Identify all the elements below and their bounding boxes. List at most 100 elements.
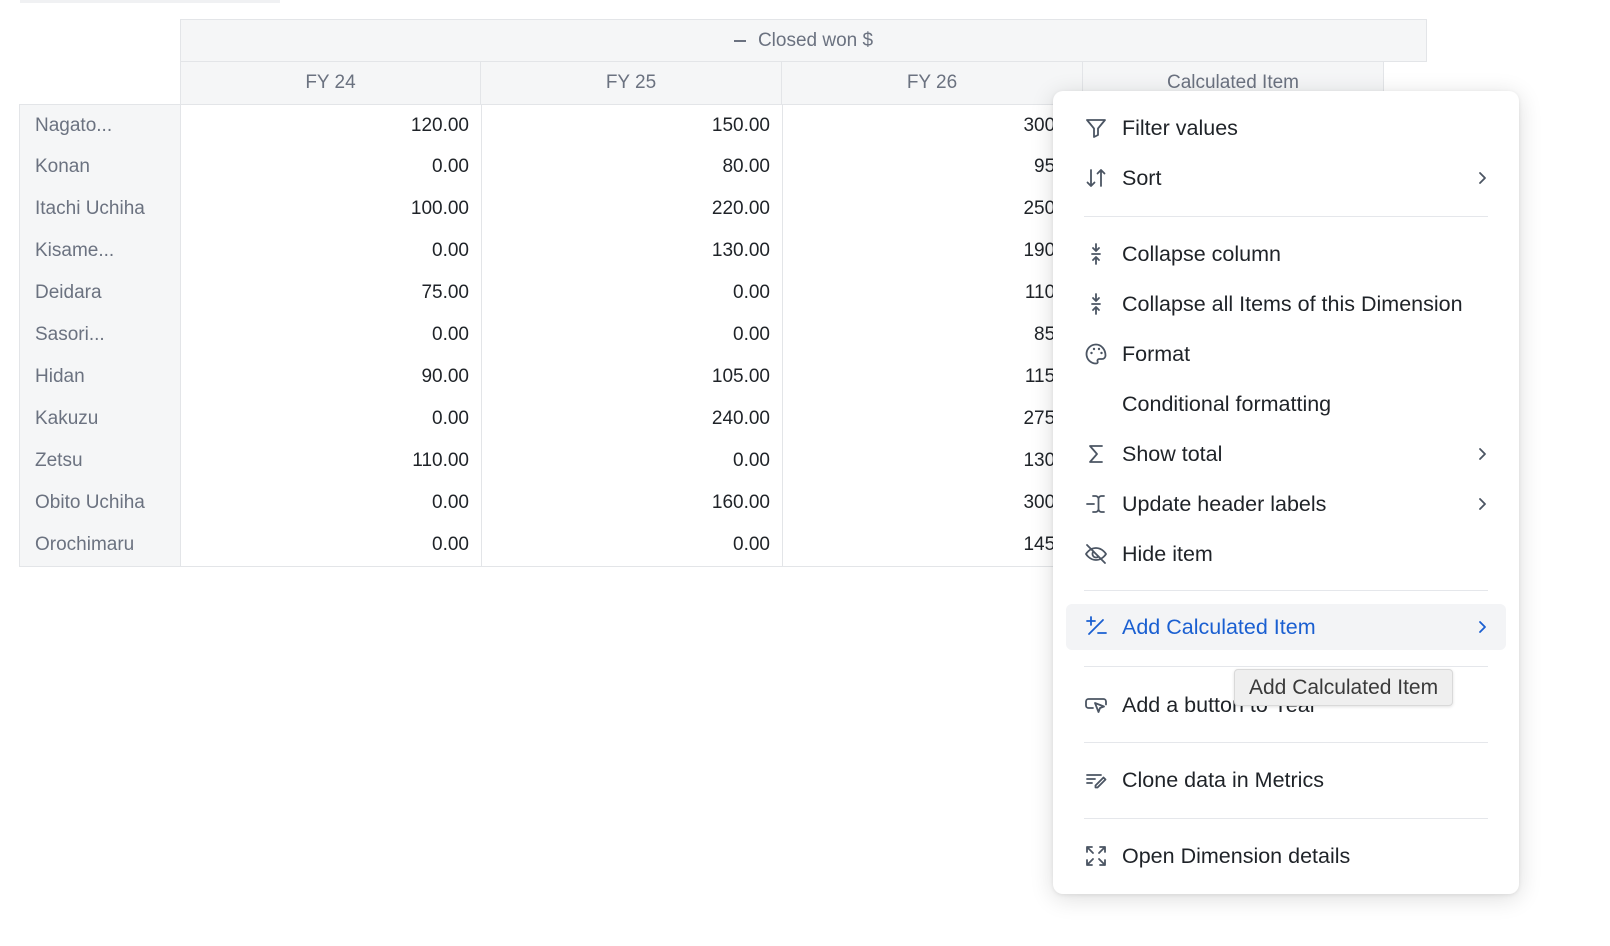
menu-divider — [1084, 742, 1488, 743]
menu-item-open-dimension-details[interactable]: Open Dimension details — [1066, 833, 1506, 879]
tooltip: Add Calculated Item — [1234, 669, 1454, 706]
row-label[interactable]: Zetsu — [19, 440, 181, 483]
row-label[interactable]: Deidara — [19, 272, 181, 315]
row-label[interactable]: Sasori... — [19, 314, 181, 357]
table-cell[interactable]: 115.0 — [783, 356, 1084, 399]
menu-item-filter-values[interactable]: Filter values — [1066, 105, 1506, 151]
column-header-fy24[interactable]: FY 24 — [180, 61, 481, 105]
table-cell[interactable]: 0.00 — [181, 230, 482, 273]
column-group-header[interactable]: Closed won $ — [180, 19, 1427, 62]
menu-item-label: Show total — [1122, 441, 1223, 466]
column-header-fy25[interactable]: FY 25 — [481, 61, 782, 105]
menu-item-label: Hide item — [1122, 541, 1213, 566]
table-cell[interactable]: 150.00 — [482, 104, 783, 147]
collapse-icon — [1083, 241, 1109, 267]
row-label[interactable]: Obito Uchiha — [19, 482, 181, 525]
table-cell[interactable]: 0.00 — [181, 398, 482, 441]
menu-item-label: Conditional formatting — [1122, 391, 1332, 416]
table-cell[interactable]: 190.0 — [783, 230, 1084, 273]
menu-item-add-calculated-item[interactable]: Add Calculated Item — [1066, 604, 1506, 650]
column-context-menu: Filter values Sort Collapse column Colla… — [1053, 91, 1519, 894]
table-cell[interactable]: 0.00 — [181, 146, 482, 189]
table-cell[interactable]: 130.00 — [482, 230, 783, 273]
menu-divider — [1084, 216, 1488, 217]
table-cell[interactable]: 240.00 — [482, 398, 783, 441]
button-pointer-icon — [1083, 692, 1109, 718]
menu-divider — [1084, 818, 1488, 819]
table-cell[interactable]: 0.00 — [181, 314, 482, 357]
table-cell[interactable]: 250.0 — [783, 188, 1084, 231]
table-cell[interactable]: 0.00 — [482, 314, 783, 357]
collapse-all-icon — [1083, 291, 1109, 317]
row-label[interactable]: Itachi Uchiha — [19, 188, 181, 231]
table-cell[interactable]: 160.00 — [482, 482, 783, 525]
table-cell[interactable]: 110.00 — [181, 440, 482, 483]
pivot-page: Closed won $ FY 24 FY 25 FY 26 Calculate… — [0, 0, 1610, 946]
menu-item-label: Clone data in Metrics — [1122, 767, 1324, 792]
menu-item-hide-item[interactable]: Hide item — [1066, 531, 1506, 577]
table-cell[interactable]: 100.00 — [181, 188, 482, 231]
table-cell[interactable]: 120.00 — [181, 104, 482, 147]
table-cell[interactable]: 0.00 — [181, 482, 482, 525]
row-label[interactable]: Nagato... — [19, 104, 181, 147]
sort-icon — [1083, 165, 1109, 191]
table-cell[interactable]: 220.00 — [482, 188, 783, 231]
table-cell[interactable]: 105.00 — [482, 356, 783, 399]
eye-off-icon — [1083, 541, 1109, 567]
chevron-right-icon — [1479, 448, 1486, 460]
table-cell[interactable]: 80.00 — [482, 146, 783, 189]
menu-item-show-total[interactable]: Show total — [1066, 431, 1506, 477]
sigma-icon — [1083, 441, 1109, 467]
palette-icon — [1083, 341, 1109, 367]
menu-item-format[interactable]: Format — [1066, 331, 1506, 377]
menu-item-label: Open Dimension details — [1122, 843, 1351, 868]
table-cell[interactable]: 275.0 — [783, 398, 1084, 441]
row-label[interactable]: Orochimaru — [19, 524, 181, 567]
top-strip — [20, 0, 280, 3]
table-cell[interactable]: 300.0 — [783, 104, 1084, 147]
table-cell[interactable]: 110.0 — [783, 272, 1084, 315]
filter-icon — [1083, 115, 1109, 141]
row-label[interactable]: Kakuzu — [19, 398, 181, 441]
menu-item-label: Filter values — [1122, 115, 1238, 140]
clone-data-icon — [1083, 767, 1109, 793]
table-cell[interactable]: 75.00 — [181, 272, 482, 315]
table-cell[interactable]: 85.0 — [783, 314, 1084, 357]
table-cell[interactable]: 90.00 — [181, 356, 482, 399]
menu-divider — [1084, 590, 1488, 591]
chevron-right-icon — [1479, 498, 1486, 510]
plus-slash-minus-icon — [1083, 614, 1109, 640]
menu-item-update-header-labels[interactable]: Update header labels — [1066, 481, 1506, 527]
menu-item-clone-data[interactable]: Clone data in Metrics — [1066, 757, 1506, 803]
menu-item-label: Format — [1122, 341, 1191, 366]
collapse-minus-icon[interactable] — [733, 39, 746, 42]
menu-item-label: Sort — [1122, 165, 1162, 190]
menu-item-label: Update header labels — [1122, 491, 1327, 516]
row-label[interactable]: Konan — [19, 146, 181, 189]
row-label[interactable]: Hidan — [19, 356, 181, 399]
menu-item-collapse-all[interactable]: Collapse all Items of this Dimension — [1066, 281, 1506, 327]
column-header-fy26[interactable]: FY 26 — [782, 61, 1083, 105]
table-cell[interactable]: 0.00 — [482, 272, 783, 315]
table-cell[interactable]: 145.0 — [783, 524, 1084, 567]
text-cursor-icon — [1083, 491, 1109, 517]
table-cell[interactable]: 300.0 — [783, 482, 1084, 525]
table-cell[interactable]: 0.00 — [482, 440, 783, 483]
row-label[interactable]: Kisame... — [19, 230, 181, 273]
menu-item-collapse-column[interactable]: Collapse column — [1066, 231, 1506, 277]
chevron-right-icon — [1479, 172, 1486, 184]
menu-item-conditional-formatting[interactable]: Conditional formatting — [1066, 381, 1506, 427]
table-cell[interactable]: 0.00 — [181, 524, 482, 567]
menu-item-label: Collapse all Items of this Dimension — [1122, 291, 1463, 316]
menu-item-sort[interactable]: Sort — [1066, 155, 1506, 201]
blank-icon — [1083, 391, 1109, 417]
expand-icon — [1083, 843, 1109, 869]
table-cell[interactable]: 0.00 — [482, 524, 783, 567]
menu-divider — [1084, 666, 1488, 667]
menu-item-label: Collapse column — [1122, 241, 1281, 266]
table-cell[interactable]: 95.0 — [783, 146, 1084, 189]
table-cell[interactable]: 130.0 — [783, 440, 1084, 483]
column-group-label: Closed won $ — [757, 29, 874, 51]
chevron-right-icon — [1479, 621, 1486, 633]
menu-item-label: Add Calculated Item — [1122, 614, 1316, 639]
